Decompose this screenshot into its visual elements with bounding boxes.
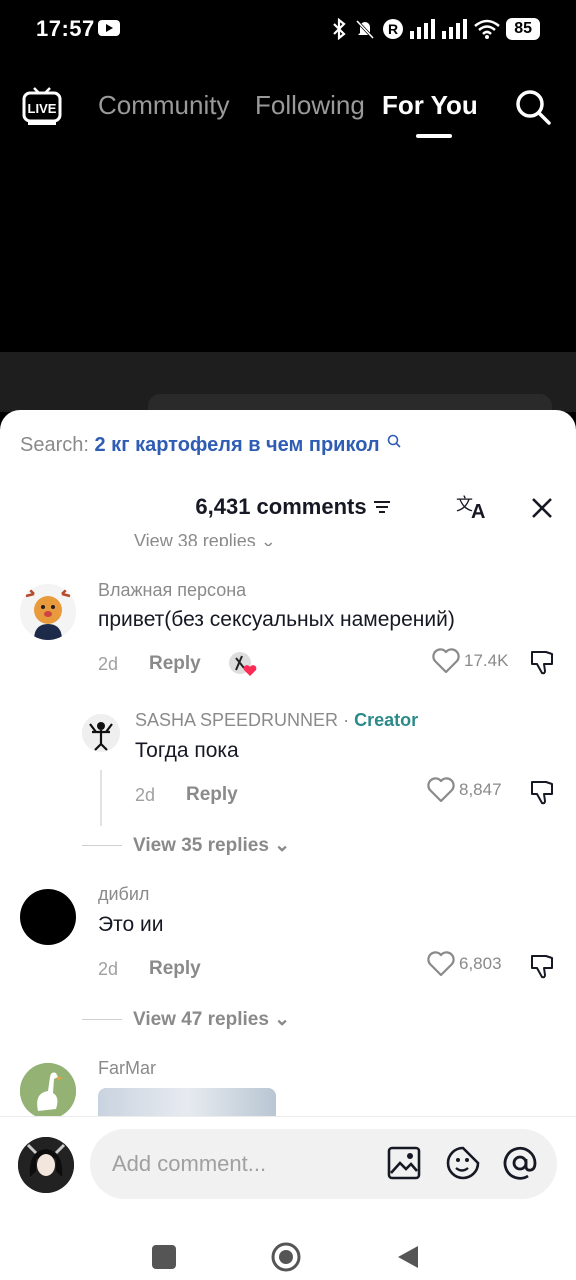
comment-input-bar: Add comment... (0, 1116, 576, 1280)
comment-text: Это ии (98, 913, 164, 936)
heart-icon (432, 648, 460, 674)
recents-button[interactable] (152, 1245, 176, 1269)
comment-age: 2d (135, 785, 156, 805)
live-tv-icon: LIVE (22, 87, 62, 125)
comments-count: 6,431 comments (195, 494, 367, 519)
system-navigation-bar (0, 1229, 576, 1280)
home-button[interactable] (270, 1241, 302, 1273)
mute-bell-icon (356, 19, 375, 40)
bluetooth-icon (333, 18, 346, 40)
battery-indicator: 85 (506, 18, 540, 40)
like-count: 17.4K (464, 651, 509, 670)
dislike-button[interactable] (528, 778, 556, 806)
comment-search-suggestion[interactable]: Search: 2 кг картофеля в чем прикол (20, 434, 401, 457)
comment-username[interactable]: SASHA SPEEDRUNNER (135, 710, 338, 730)
status-time: 17:57 (36, 16, 95, 41)
search-query-link[interactable]: 2 кг картофеля в чем прикол (95, 434, 380, 456)
creator-liked-badge (228, 650, 258, 678)
tab-community[interactable]: Community (98, 90, 229, 121)
reply-button[interactable]: Reply (186, 784, 238, 806)
thumbs-down-icon (531, 651, 553, 675)
svg-text:LIVE: LIVE (28, 101, 57, 116)
comments-sheet: Search: 2 кг картофеля в чем прикол 6,43… (0, 410, 576, 1280)
view-replies-button[interactable]: View 35 replies ⌄ (133, 834, 290, 857)
separator: · (343, 710, 350, 730)
close-comments-button[interactable] (526, 492, 558, 524)
like-count: 8,847 (459, 780, 502, 799)
tab-for-you[interactable]: For You (382, 90, 478, 121)
roaming-icon: R (383, 19, 404, 39)
comment-text: Тогда пока (135, 739, 239, 762)
mention-button[interactable] (502, 1145, 538, 1181)
comment-username[interactable]: FarMar (98, 1058, 156, 1079)
like-count: 6,803 (459, 954, 502, 973)
heart-icon (427, 951, 455, 977)
my-avatar[interactable] (18, 1137, 74, 1193)
like-button[interactable]: 17.4K (432, 648, 508, 674)
dislike-button[interactable] (528, 648, 556, 676)
thumbs-down-icon (531, 955, 553, 979)
creator-username-line: SASHA SPEEDRUNNER · Creator (135, 710, 418, 731)
home-icon (271, 1242, 301, 1272)
like-button[interactable]: 8,847 (427, 777, 502, 803)
comment-age: 2d (98, 959, 119, 979)
bear-avatar-icon (20, 584, 76, 640)
youtube-notification-icon (98, 20, 120, 36)
wifi-icon (474, 19, 501, 39)
reply-button[interactable]: Reply (149, 653, 201, 675)
view-replies-cutoff[interactable]: View 38 replies ⌄ (134, 532, 276, 546)
comment-input[interactable]: Add comment... (90, 1129, 557, 1199)
comment-username[interactable]: Влажная персона (98, 580, 246, 601)
avatar[interactable] (20, 1063, 76, 1119)
translate-button[interactable]: 文 A (456, 492, 490, 523)
search-button[interactable] (514, 88, 552, 126)
status-icons: R 85 (330, 14, 540, 44)
reply-button[interactable]: Reply (149, 958, 201, 980)
avatar[interactable] (82, 714, 120, 752)
svg-text:A: A (471, 501, 485, 522)
creator-avatar-icon (82, 714, 120, 752)
comment-text: привет(без сексуальных намерений) (98, 608, 455, 631)
signal-icon-1 (410, 19, 436, 39)
thumbs-down-icon (531, 781, 553, 805)
active-tab-indicator (416, 134, 452, 138)
at-mention-icon (503, 1146, 537, 1180)
translate-icon: 文 A (456, 495, 485, 523)
signal-icon-2 (442, 19, 468, 39)
comment-placeholder: Add comment... (112, 1151, 267, 1176)
dislike-button[interactable] (528, 952, 556, 980)
divider (82, 1019, 122, 1020)
avatar[interactable] (20, 584, 76, 640)
comment-age: 2d (98, 654, 119, 674)
comment-username[interactable]: дибил (98, 884, 149, 905)
back-button[interactable] (396, 1244, 420, 1270)
divider (82, 845, 122, 846)
image-button[interactable] (386, 1145, 422, 1181)
emoji-icon (446, 1146, 480, 1180)
search-icon-small (387, 434, 401, 448)
image-icon (387, 1146, 421, 1180)
back-icon (398, 1246, 418, 1268)
status-bar: 17:57 R 85 (0, 0, 576, 60)
sort-filter-icon[interactable] (373, 499, 391, 515)
creator-badge: Creator (354, 710, 419, 730)
thread-line (100, 770, 102, 826)
live-button[interactable]: LIVE (22, 86, 62, 126)
goose-avatar-icon (20, 1063, 76, 1119)
creator-liked-icon (229, 652, 257, 676)
user-avatar-icon (18, 1137, 74, 1193)
search-icon (516, 90, 551, 125)
svg-text:R: R (388, 21, 398, 37)
avatar[interactable] (20, 889, 76, 945)
view-replies-button[interactable]: View 47 replies ⌄ (133, 1008, 290, 1031)
tab-following[interactable]: Following (255, 90, 365, 121)
emoji-sticker-button[interactable] (445, 1145, 481, 1181)
like-button[interactable]: 6,803 (427, 951, 502, 977)
close-icon (532, 498, 552, 518)
heart-icon (427, 777, 455, 803)
search-label: Search: (20, 434, 89, 456)
